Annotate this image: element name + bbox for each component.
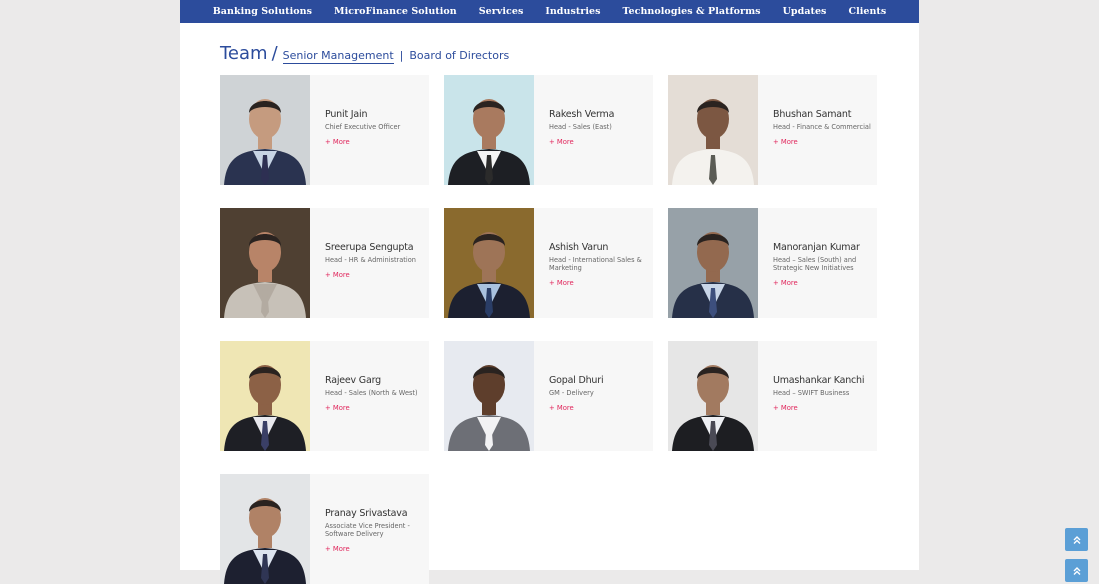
tab-separator: |	[399, 49, 404, 62]
team-member-photo[interactable]	[668, 208, 758, 318]
team-member-card: Manoranjan Kumar Head – Sales (South) and…	[668, 208, 877, 318]
team-member-photo[interactable]	[668, 341, 758, 451]
team-member-photo[interactable]	[220, 75, 310, 185]
team-member-info: Rakesh Verma Head - Sales (East) + More	[549, 109, 651, 149]
nav-clients[interactable]: Clients	[848, 6, 886, 17]
more-link[interactable]: + More	[325, 545, 350, 553]
team-member-photo[interactable]	[668, 75, 758, 185]
portrait-image	[668, 75, 758, 185]
team-member-name: Ashish Varun	[549, 242, 609, 253]
double-chevron-up-icon	[1073, 535, 1080, 544]
double-chevron-up-icon	[1073, 566, 1080, 575]
more-link[interactable]: + More	[773, 404, 798, 412]
portrait-image	[220, 341, 310, 451]
portrait-image	[444, 75, 534, 185]
team-member-card: Rajeev Garg Head - Sales (North & West) + …	[220, 341, 429, 451]
team-member-name: Manoranjan Kumar	[773, 242, 860, 253]
team-member-info: Manoranjan Kumar Head – Sales (South) and…	[773, 242, 875, 290]
tab-board-of-directors[interactable]: Board of Directors	[409, 49, 509, 62]
team-member-role: Head - International Sales & Marketing	[549, 256, 642, 272]
more-link[interactable]: + More	[549, 404, 574, 412]
team-member-card: Rakesh Verma Head - Sales (East) + More	[444, 75, 653, 185]
team-member-photo[interactable]	[220, 341, 310, 451]
team-member-info: Pranay Srivastava Associate Vice Presiden…	[325, 508, 427, 556]
more-link[interactable]: + More	[325, 271, 350, 279]
team-member-card: Sreerupa Sengupta Head - HR & Administrat…	[220, 208, 429, 318]
team-member-role: Head - Sales (North & West)	[325, 389, 418, 397]
team-member-card: Punit Jain Chief Executive Officer + More	[220, 75, 429, 185]
team-member-info: Sreerupa Sengupta Head - HR & Administrat…	[325, 242, 427, 282]
team-member-info: Punit Jain Chief Executive Officer + More	[325, 109, 427, 149]
team-member-photo[interactable]	[220, 208, 310, 318]
portrait-image	[668, 341, 758, 451]
team-member-card: Pranay Srivastava Associate Vice Presiden…	[220, 474, 429, 584]
team-member-role: Head - Sales (East)	[549, 123, 612, 131]
team-member-role: GM - Delivery	[549, 389, 594, 397]
nav-industries[interactable]: Industries	[545, 6, 600, 17]
page-heading: Team / Senior Management | Board of Dire…	[220, 43, 509, 64]
team-member-info: Bhushan Samant Head - Finance & Commercia…	[773, 109, 875, 149]
team-member-name: Punit Jain	[325, 109, 368, 120]
team-member-photo[interactable]	[444, 208, 534, 318]
team-member-info: Umashankar Kanchi Head – SWIFT Business + …	[773, 375, 875, 415]
team-member-photo[interactable]	[444, 341, 534, 451]
more-link[interactable]: + More	[325, 138, 350, 146]
nav-technologies-platforms[interactable]: Technologies & Platforms	[623, 6, 761, 17]
tab-senior-management[interactable]: Senior Management	[282, 49, 394, 64]
portrait-image	[668, 208, 758, 318]
team-member-photo[interactable]	[220, 474, 310, 584]
team-member-role: Associate Vice President - Software Deli…	[325, 522, 410, 538]
team-member-name: Sreerupa Sengupta	[325, 242, 414, 253]
scroll-up-button[interactable]	[1065, 559, 1088, 582]
portrait-image	[444, 208, 534, 318]
page-title: Team	[220, 43, 268, 64]
team-member-card: Gopal Dhuri GM - Delivery + More	[444, 341, 653, 451]
team-member-name: Umashankar Kanchi	[773, 375, 865, 386]
title-slash: /	[271, 43, 278, 64]
team-member-info: Ashish Varun Head - International Sales &…	[549, 242, 651, 290]
team-member-name: Gopal Dhuri	[549, 375, 604, 386]
team-member-name: Rajeev Garg	[325, 375, 381, 386]
scroll-to-top-button[interactable]	[1065, 528, 1088, 551]
portrait-image	[444, 341, 534, 451]
team-member-card: Bhushan Samant Head - Finance & Commercia…	[668, 75, 877, 185]
team-member-name: Rakesh Verma	[549, 109, 615, 120]
team-member-role: Chief Executive Officer	[325, 123, 401, 131]
nav-banking-solutions[interactable]: Banking Solutions	[213, 6, 312, 17]
nav-microfinance-solution[interactable]: MicroFinance Solution	[334, 6, 457, 17]
more-link[interactable]: + More	[773, 138, 798, 146]
portrait-image	[220, 75, 310, 185]
team-member-name: Pranay Srivastava	[325, 508, 408, 519]
nav-updates[interactable]: Updates	[783, 6, 827, 17]
team-member-role: Head - Finance & Commercial	[773, 123, 871, 131]
team-member-role: Head – Sales (South) and Strategic New I…	[773, 256, 857, 272]
page-container: Banking Solutions MicroFinance Solution …	[180, 0, 919, 584]
team-member-card: Umashankar Kanchi Head – SWIFT Business + …	[668, 341, 877, 451]
team-member-info: Rajeev Garg Head - Sales (North & West) + …	[325, 375, 427, 415]
more-link[interactable]: + More	[549, 279, 574, 287]
top-navigation: Banking Solutions MicroFinance Solution …	[180, 0, 919, 23]
nav-services[interactable]: Services	[479, 6, 524, 17]
portrait-image	[220, 208, 310, 318]
team-member-info: Gopal Dhuri GM - Delivery + More	[549, 375, 651, 415]
more-link[interactable]: + More	[773, 279, 798, 287]
team-member-name: Bhushan Samant	[773, 109, 852, 120]
team-member-card: Ashish Varun Head - International Sales &…	[444, 208, 653, 318]
team-member-role: Head - HR & Administration	[325, 256, 416, 264]
team-member-photo[interactable]	[444, 75, 534, 185]
more-link[interactable]: + More	[549, 138, 574, 146]
more-link[interactable]: + More	[325, 404, 350, 412]
portrait-image	[220, 474, 310, 584]
team-member-role: Head – SWIFT Business	[773, 389, 850, 397]
